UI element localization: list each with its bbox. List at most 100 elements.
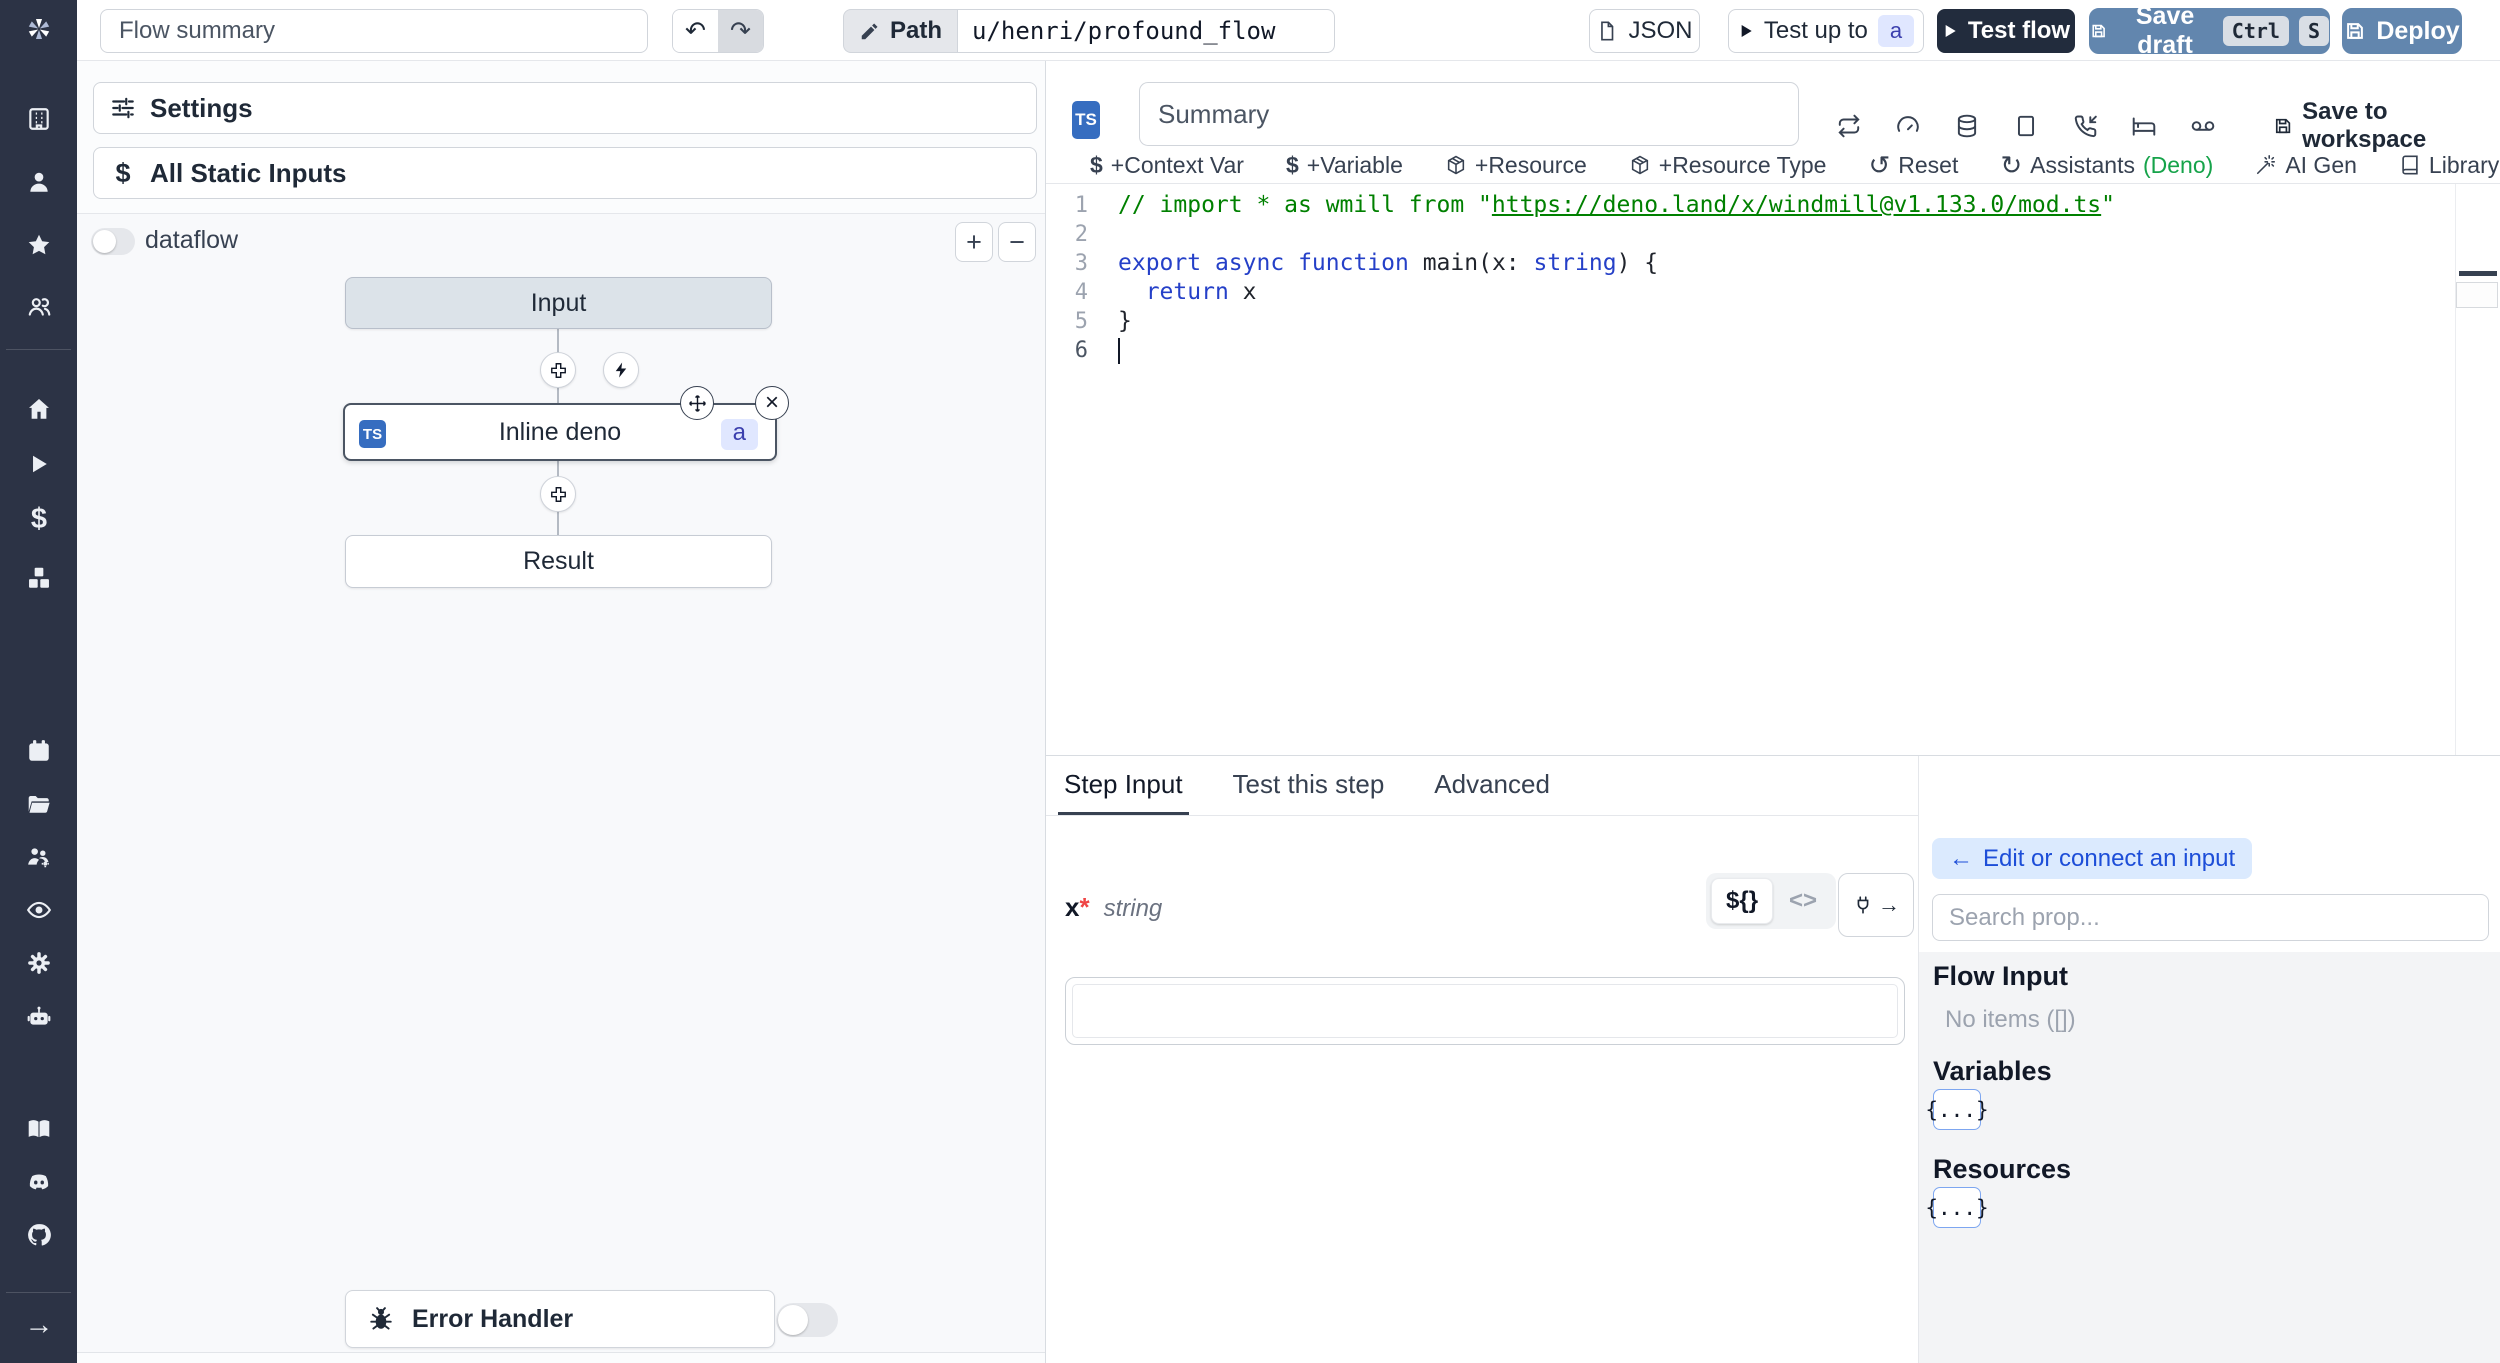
dollar-icon: $ <box>30 502 48 535</box>
sidebar-item-workspace[interactable] <box>24 104 54 134</box>
sidebar-item-user[interactable] <box>24 167 54 197</box>
sidebar-item-variables[interactable]: $ <box>24 504 54 534</box>
tab-step-input[interactable]: Step Input <box>1058 756 1189 815</box>
field-value-input[interactable] <box>1065 977 1905 1045</box>
step-editor-panel: TS Summary Save to workspace $ +Context … <box>1046 61 2500 755</box>
search-prop-input[interactable] <box>1932 894 2489 941</box>
gear-icon <box>28 952 50 974</box>
flow-settings-button[interactable]: Settings <box>93 82 1037 134</box>
early-stop-button[interactable] <box>2013 113 2039 139</box>
sidebar-item-workers[interactable] <box>24 842 54 872</box>
play-icon <box>1945 25 1956 37</box>
toggle-knob <box>778 1305 808 1335</box>
flow-node-result[interactable]: Result <box>345 535 772 588</box>
sidebar-item-resources[interactable] <box>24 563 54 593</box>
sidebar-item-discord[interactable] <box>24 1168 54 1198</box>
editor-toolbar: $ +Context Var $ +Variable +Resource +Re… <box>1046 147 2500 183</box>
reset-button[interactable]: ↺ Reset <box>1868 150 1958 181</box>
flow-input-empty: No items ([]) <box>1945 1006 2076 1033</box>
error-handler-node[interactable]: Error Handler <box>345 1290 838 1348</box>
path-label[interactable]: Path <box>843 9 958 53</box>
code-line[interactable]: } <box>1118 307 2455 336</box>
code-line[interactable]: export async function main(x: string) { <box>1118 249 2455 278</box>
sidebar-item-docs[interactable] <box>24 1114 54 1144</box>
dataflow-toggle[interactable] <box>91 228 135 255</box>
sidebar-item-home[interactable] <box>24 394 54 424</box>
insert-step-button[interactable] <box>540 352 576 388</box>
scrollbar-slider[interactable] <box>2456 282 2498 308</box>
flow-node-step-a[interactable]: TS Inline deno a <box>343 403 777 461</box>
test-up-to-button[interactable]: Test up to a <box>1728 9 1924 53</box>
deploy-button[interactable]: Deploy <box>2342 8 2462 54</box>
add-variable-button[interactable]: $ +Variable <box>1286 152 1403 179</box>
edit-or-connect-button[interactable]: ← Edit or connect an input <box>1932 838 2253 879</box>
add-resource-type-button[interactable]: +Resource Type <box>1629 152 1826 179</box>
zoom-out-button[interactable]: − <box>998 222 1036 262</box>
editor-gutter: 1 2 3 4 5 6 <box>1046 191 1110 755</box>
building-icon <box>29 108 49 130</box>
undo-button[interactable]: ↶ <box>673 10 718 52</box>
code-mode-option[interactable]: <> <box>1775 879 1831 923</box>
editor-code[interactable]: // import * as wmill from "https://deno.… <box>1110 191 2455 755</box>
cursor-position-marker <box>2459 271 2497 276</box>
resources-object-button[interactable]: {...} <box>1925 1187 1989 1228</box>
library-button[interactable]: Library <box>2399 152 2499 179</box>
all-static-inputs-button[interactable]: $ All Static Inputs <box>93 147 1037 199</box>
arrow-right-icon: → <box>1878 892 1900 917</box>
input-mode-toggle: ${} <> <box>1706 873 1837 929</box>
arrow-left-icon: ← <box>1949 844 1973 872</box>
mock-button[interactable] <box>2190 113 2216 139</box>
code-line[interactable] <box>1118 220 2455 249</box>
tab-advanced[interactable]: Advanced <box>1428 756 1556 815</box>
editor-scrollbar[interactable] <box>2455 184 2500 755</box>
sidebar-item-ai[interactable] <box>24 1002 54 1032</box>
zoom-in-button[interactable]: + <box>955 222 993 262</box>
code-line[interactable]: // import * as wmill from "https://deno.… <box>1118 191 2455 220</box>
line-number: 6 <box>1074 338 1088 363</box>
save-draft-button[interactable]: Save draft Ctrl S <box>2089 2 2330 59</box>
sidebar-item-favorites[interactable] <box>24 230 54 260</box>
insert-trigger-button[interactable] <box>603 352 639 388</box>
assistants-button[interactable]: ↻ Assistants (Deno) <box>2000 150 2213 181</box>
error-handler-toggle[interactable] <box>776 1303 838 1337</box>
flow-node-input[interactable]: Input <box>345 277 772 329</box>
delete-step-button[interactable]: × <box>755 386 789 420</box>
sleep-button[interactable] <box>2131 113 2157 139</box>
sidebar-item-github[interactable] <box>24 1220 54 1250</box>
insert-step-below-button[interactable] <box>540 476 576 512</box>
code-line[interactable]: return x <box>1118 278 2455 307</box>
cache-button[interactable] <box>1954 113 1980 139</box>
move-step-button[interactable] <box>680 386 714 420</box>
test-flow-button[interactable]: Test flow <box>1937 9 2075 53</box>
ai-gen-button[interactable]: AI Gen <box>2255 152 2357 179</box>
windmill-logo[interactable] <box>24 14 54 44</box>
sidebar-item-runs[interactable] <box>24 449 54 479</box>
path-input[interactable] <box>957 9 1336 53</box>
sidebar-item-schedules[interactable] <box>24 736 54 766</box>
connect-input-button[interactable]: → <box>1838 873 1914 937</box>
redo-button[interactable]: ↷ <box>718 10 763 52</box>
sidebar-expand-button[interactable]: → <box>24 1310 54 1340</box>
add-context-var-button[interactable]: $ +Context Var <box>1090 152 1244 179</box>
sidebar-item-audit-logs[interactable] <box>24 895 54 925</box>
variables-object-button[interactable]: {...} <box>1925 1089 1989 1130</box>
sidebar-item-settings[interactable] <box>24 948 54 978</box>
field-value-inner[interactable] <box>1072 984 1898 1038</box>
sidebar-item-groups[interactable] <box>24 292 54 322</box>
code-editor[interactable]: 1 2 3 4 5 6 // import * as wmill from "https:… <box>1046 184 2455 755</box>
json-button[interactable]: JSON <box>1589 9 1700 53</box>
toggle-knob <box>93 230 116 253</box>
concurrency-button[interactable] <box>1895 113 1921 139</box>
flow-panel-footer <box>77 1352 1045 1363</box>
template-mode-option[interactable]: ${} <box>1711 878 1774 924</box>
code-line[interactable] <box>1118 336 2455 365</box>
flow-summary-input[interactable] <box>100 9 648 53</box>
step-summary-input[interactable] <box>1139 82 1799 146</box>
suspend-button[interactable] <box>2072 113 2098 139</box>
sidebar-item-folders[interactable] <box>24 790 54 820</box>
retries-button[interactable] <box>1836 113 1862 139</box>
tab-test-this-step[interactable]: Test this step <box>1227 756 1391 815</box>
add-resource-button[interactable]: +Resource <box>1445 152 1587 179</box>
save-to-workspace-button[interactable]: Save to workspace <box>2273 98 2500 154</box>
variables-title: Variables <box>1933 1056 2052 1086</box>
